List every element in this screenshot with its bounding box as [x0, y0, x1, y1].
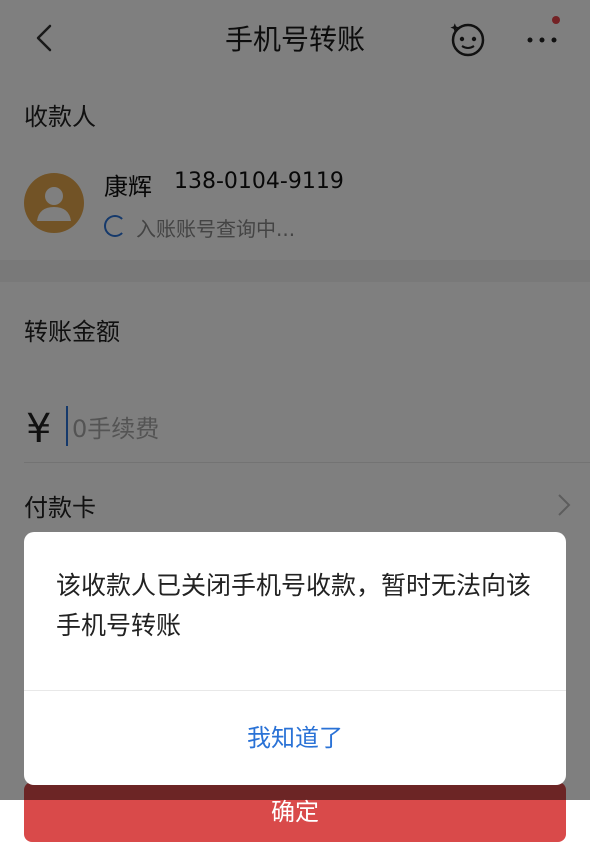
dialog-message: 该收款人已关闭手机号收款，暂时无法向该手机号转账: [56, 571, 532, 640]
acknowledge-button[interactable]: 我知道了: [24, 691, 566, 785]
alert-dialog: 该收款人已关闭手机号收款，暂时无法向该手机号转账 我知道了: [24, 532, 566, 785]
